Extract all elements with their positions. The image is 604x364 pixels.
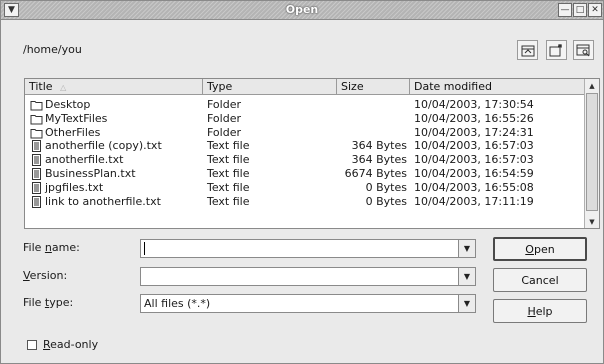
up-folder-button[interactable] xyxy=(517,40,538,60)
file-date: 10/04/2003, 17:11:19 xyxy=(414,194,534,208)
help-button[interactable]: Help xyxy=(493,299,587,323)
file-type: Text file xyxy=(207,153,250,167)
maximize-icon[interactable]: □ xyxy=(573,3,587,17)
file-date: 10/04/2003, 16:57:03 xyxy=(414,153,534,167)
column-type[interactable]: Type xyxy=(203,79,337,95)
file-date: 10/04/2003, 16:55:26 xyxy=(414,111,534,125)
file-row[interactable]: BusinessPlan.txt Text file 6674 Bytes 10/04… xyxy=(25,167,585,181)
window-title: Open xyxy=(285,3,319,16)
file-type: Folder xyxy=(207,98,241,111)
file-name-field[interactable]: ▼ xyxy=(140,239,476,258)
folder-icon xyxy=(30,127,43,139)
file-name: anotherfile.txt xyxy=(45,153,124,167)
column-title-label: Title xyxy=(29,80,53,93)
file-size: 6674 Bytes xyxy=(344,167,407,180)
file-name: BusinessPlan.txt xyxy=(45,167,136,180)
file-size: 0 Bytes xyxy=(365,180,407,194)
file-size: 364 Bytes xyxy=(351,153,407,167)
file-type: Folder xyxy=(207,125,241,139)
file-size: 364 Bytes xyxy=(351,139,407,153)
column-type-label: Type xyxy=(207,80,233,93)
file-row[interactable]: link to anotherfile.txt Text file 0 Bytes 1… xyxy=(25,195,585,209)
file-type-select[interactable]: All files (*.*) ▼ xyxy=(140,294,476,313)
file-row[interactable]: jpgfiles.txt Text file 0 Bytes 10/04/2003, … xyxy=(25,181,585,195)
file-row[interactable]: OtherFiles Folder 10/04/2003, 17:24:31 xyxy=(25,126,585,140)
file-name: link to anotherfile.txt xyxy=(45,194,161,208)
version-field[interactable]: ▼ xyxy=(140,267,476,286)
text-file-icon xyxy=(30,181,43,194)
version-input[interactable] xyxy=(143,269,457,284)
file-name: jpgfiles.txt xyxy=(45,180,104,194)
version-label: Version: xyxy=(23,269,68,282)
new-folder-button[interactable] xyxy=(546,40,567,60)
file-type: Text file xyxy=(207,167,250,180)
file-type-label: File type: xyxy=(23,296,74,309)
file-list[interactable]: Title △ Type Size Date modified Desktop F… xyxy=(24,78,600,229)
new-folder-icon xyxy=(549,44,562,57)
file-name: MyTextFiles xyxy=(45,111,108,125)
column-date-label: Date modified xyxy=(414,80,492,93)
file-row[interactable]: anotherfile.txt Text file 364 Bytes 10/04/2… xyxy=(25,153,585,167)
column-title[interactable]: Title △ xyxy=(25,79,203,95)
read-only-checkbox[interactable] xyxy=(27,340,37,350)
column-size-label: Size xyxy=(341,80,364,93)
file-name: OtherFiles xyxy=(45,125,101,139)
file-name-input[interactable] xyxy=(143,241,457,256)
scrollbar-thumb[interactable] xyxy=(586,93,598,211)
file-date: 10/04/2003, 16:54:59 xyxy=(414,167,534,180)
file-date: 10/04/2003, 17:30:54 xyxy=(414,98,534,111)
sort-indicator-icon: △ xyxy=(60,83,67,92)
chevron-down-icon[interactable]: ▼ xyxy=(458,240,475,257)
column-date[interactable]: Date modified xyxy=(410,79,585,95)
file-type: Text file xyxy=(207,139,250,153)
file-list-scrollbar[interactable]: ▲ ▼ xyxy=(584,79,599,228)
scroll-up-icon[interactable]: ▲ xyxy=(585,79,599,92)
folder-icon xyxy=(30,113,43,125)
text-file-icon xyxy=(30,195,43,208)
file-type-value: All files (*.*) xyxy=(144,297,211,310)
file-name: anotherfile (copy).txt xyxy=(45,139,162,153)
file-list-header: Title △ Type Size Date modified xyxy=(25,79,585,95)
minimize-icon[interactable]: — xyxy=(558,3,572,17)
file-type: Text file xyxy=(207,180,250,194)
text-file-icon xyxy=(30,140,43,153)
file-size: 0 Bytes xyxy=(365,194,407,208)
chevron-down-icon[interactable]: ▼ xyxy=(458,295,475,312)
up-folder-icon xyxy=(521,45,534,56)
file-row[interactable]: anotherfile (copy).txt Text file 364 Bytes… xyxy=(25,139,585,153)
detail-view-button[interactable] xyxy=(573,40,594,60)
file-name-label: File name: xyxy=(23,241,80,254)
chevron-down-icon[interactable]: ▼ xyxy=(458,268,475,285)
open-dialog: ▼ Open — □ ✕ /home/you Title △ Type Size… xyxy=(0,0,604,364)
file-row[interactable]: Desktop Folder 10/04/2003, 17:30:54 xyxy=(25,98,585,112)
file-type: Folder xyxy=(207,111,241,125)
text-file-icon xyxy=(30,154,43,167)
file-type: Text file xyxy=(207,194,250,208)
text-cursor xyxy=(144,242,145,255)
file-date: 10/04/2003, 16:55:08 xyxy=(414,180,534,194)
close-icon[interactable]: ✕ xyxy=(588,3,602,17)
column-size[interactable]: Size xyxy=(337,79,410,95)
open-button[interactable]: Open xyxy=(493,237,587,261)
file-name: Desktop xyxy=(45,98,91,111)
file-row[interactable]: MyTextFiles Folder 10/04/2003, 16:55:26 xyxy=(25,112,585,126)
detail-view-icon xyxy=(576,44,590,57)
file-date: 10/04/2003, 17:24:31 xyxy=(414,125,534,139)
scroll-down-icon[interactable]: ▼ xyxy=(585,215,599,228)
file-date: 10/04/2003, 16:57:03 xyxy=(414,139,534,153)
folder-icon xyxy=(30,99,43,111)
current-path: /home/you xyxy=(23,43,82,56)
title-bar[interactable]: ▼ Open — □ ✕ xyxy=(1,1,603,20)
text-file-icon xyxy=(30,168,43,180)
cancel-button[interactable]: Cancel xyxy=(493,268,587,292)
read-only-label[interactable]: Read-only xyxy=(43,338,98,351)
